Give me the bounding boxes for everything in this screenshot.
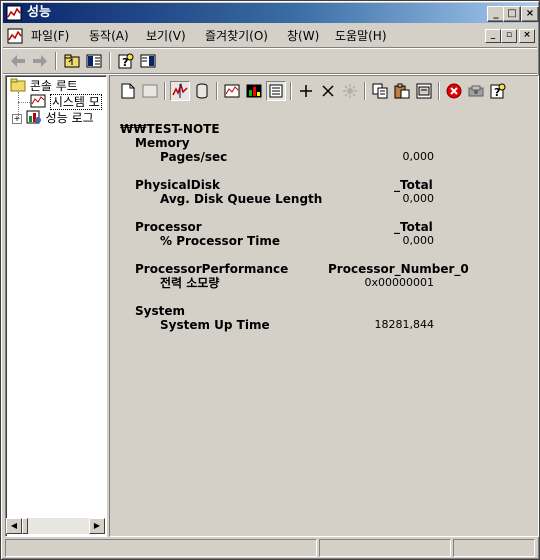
status-bar [3, 538, 537, 557]
properties-icon[interactable] [414, 81, 434, 101]
show-hide-tree-icon[interactable] [85, 52, 103, 70]
counter-name: System Up Time [160, 318, 270, 332]
window-title: 성능 [27, 5, 51, 20]
copy-properties-icon[interactable] [370, 81, 390, 101]
mdi-minimize-button[interactable]: _ [485, 29, 501, 43]
maximize-button[interactable]: □ [503, 6, 521, 22]
tree-horizontal-scrollbar[interactable]: ◀ ▶ [6, 518, 105, 534]
up-folder-icon[interactable] [63, 52, 81, 70]
view-histogram-icon[interactable] [244, 81, 264, 101]
menu-window[interactable]: 창(W) [287, 29, 319, 43]
toolbar-separator [164, 82, 166, 100]
tree-item-label: 시스템 모 [49, 94, 102, 110]
new-counter-set-icon[interactable] [118, 81, 138, 101]
help-icon[interactable]: ? [488, 81, 508, 101]
tree-connector [18, 102, 30, 103]
mmc-document-icon[interactable] [7, 28, 23, 44]
delete-icon[interactable] [318, 81, 338, 101]
toolbar-separator [216, 82, 218, 100]
menu-view[interactable]: 보기(V) [146, 29, 186, 43]
object-name: Memory [135, 136, 190, 150]
menu-bar: 파일(F) 동작(A) 보기(V) 즐겨찾기(O) 창(W) 도움말(H) _ … [3, 25, 537, 47]
toolbar-separator [55, 52, 57, 70]
tree-item-label: 콘솔 루트 [29, 79, 78, 93]
toolbar-separator [438, 82, 440, 100]
menu-help[interactable]: 도움말(H) [335, 29, 387, 43]
system-monitor-icon [30, 94, 46, 108]
instance-name: _Total [394, 178, 433, 192]
counter-value: 0,000 [402, 192, 435, 205]
status-panel [453, 539, 535, 557]
performance-window: 성능 _ □ × 파일(F) 동작(A) 보기(V) 즐겨찾기(O) 창(W) … [0, 0, 540, 560]
menu-action[interactable]: 동작(A) [89, 29, 129, 43]
object-name: PhysicalDisk [135, 178, 220, 192]
status-panel [5, 539, 317, 557]
tree-item-performance-logs[interactable]: + 성능 로그 [12, 110, 94, 126]
highlight-icon[interactable] [340, 81, 360, 101]
folder-icon [10, 78, 26, 92]
menu-favorites[interactable]: 즐겨찾기(O) [205, 29, 268, 43]
object-name: ProcessorPerformance [135, 262, 289, 276]
paste-counter-list-icon[interactable] [392, 81, 412, 101]
close-button[interactable]: × [521, 6, 539, 22]
counter-name: Pages/sec [160, 150, 228, 164]
performance-logs-icon [26, 110, 41, 124]
status-panel [319, 539, 451, 557]
computer-name: ₩₩TEST-NOTE [120, 122, 220, 136]
scroll-thumb[interactable] [22, 518, 28, 534]
update-data-icon[interactable] [466, 81, 486, 101]
view-report-icon[interactable] [266, 81, 286, 101]
counter-value: 0x00000001 [364, 276, 435, 289]
menu-file[interactable]: 파일(F) [31, 29, 69, 43]
properties-pane-icon[interactable] [139, 52, 157, 70]
view-current-activity-icon[interactable] [170, 81, 190, 101]
scroll-left-icon[interactable]: ◀ [6, 518, 22, 534]
object-name: Processor [135, 220, 202, 234]
standard-toolbar: ? [3, 49, 537, 73]
tree-item-console-root[interactable]: 콘솔 루트 [10, 78, 78, 94]
counter-name: % Processor Time [160, 234, 280, 248]
counter-value: 0,000 [402, 150, 435, 163]
object-name: System [135, 304, 185, 318]
freeze-display-icon[interactable] [444, 81, 464, 101]
toolbar-separator [290, 82, 292, 100]
counter-value: 18281,844 [374, 318, 435, 331]
counter-name: 전력 소모량 [160, 276, 220, 290]
performance-app-icon [6, 5, 22, 21]
tree-item-label: 성능 로그 [45, 111, 94, 125]
title-bar[interactable]: 성능 _ □ × [3, 3, 539, 23]
view-log-data-icon[interactable] [192, 81, 212, 101]
back-arrow-icon[interactable] [9, 52, 27, 70]
counter-name: Avg. Disk Queue Length [160, 192, 323, 206]
system-monitor-pane: ? ₩₩TEST-NOTE Memory Pages/sec 0,000 Phy… [109, 75, 539, 537]
toolbar-separator [109, 52, 111, 70]
forward-arrow-icon[interactable] [31, 52, 49, 70]
instance-name: _Total [394, 220, 433, 234]
toolbar-separator [364, 82, 366, 100]
help-icon[interactable]: ? [117, 52, 135, 70]
view-graph-icon[interactable] [222, 81, 242, 101]
console-tree[interactable]: 콘솔 루트 시스템 모 + 성능 로그 [5, 75, 107, 537]
scroll-right-icon[interactable]: ▶ [89, 518, 105, 534]
expand-icon[interactable]: + [12, 114, 22, 124]
monitor-toolbar: ? [114, 80, 534, 104]
mdi-restore-button[interactable]: ▫ [501, 29, 517, 43]
counter-value: 0,000 [402, 234, 435, 247]
clear-display-icon[interactable] [140, 81, 160, 101]
add-icon[interactable] [296, 81, 316, 101]
mdi-close-button[interactable]: × [519, 29, 535, 43]
tree-item-system-monitor[interactable]: 시스템 모 [30, 94, 102, 110]
instance-name: Processor_Number_0 [328, 262, 469, 276]
